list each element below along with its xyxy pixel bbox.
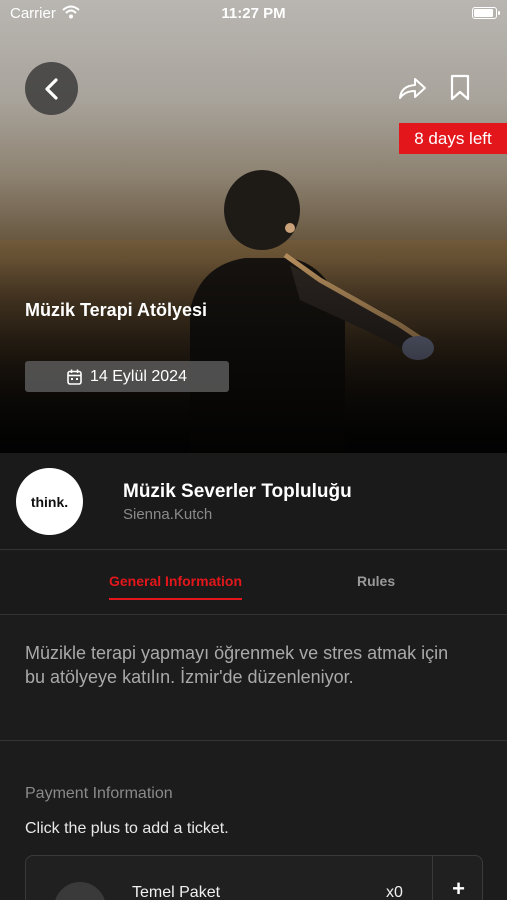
ticket-name: Temel Paket [132, 884, 221, 900]
ticket-row: Temel Paket x0 + [25, 855, 483, 900]
clock: 11:27 PM [221, 5, 286, 22]
event-date: 14 Eylül 2024 [90, 367, 187, 385]
calendar-icon [67, 369, 82, 385]
share-icon[interactable] [397, 74, 427, 102]
organizer-name: Müzik Severler Topluluğu [123, 481, 352, 502]
hero-shade [0, 260, 507, 453]
ticket-icon [54, 882, 106, 900]
status-bar: Carrier 11:27 PM [0, 0, 507, 28]
days-left-badge: 8 days left [399, 123, 507, 154]
payment-title: Payment Information [25, 785, 173, 802]
organizer-username: Sienna.Kutch [123, 506, 213, 523]
tab-bar: General Information Rules [0, 551, 507, 615]
event-hero-image: Carrier 11:27 PM 8 days left Müzik Terap… [0, 0, 507, 453]
organizer-section[interactable]: think. Müzik Severler Topluluğu Sienna.K… [0, 453, 507, 550]
divider [0, 740, 507, 741]
event-title: Müzik Terapi Atölyesi [25, 300, 208, 320]
battery-icon [472, 7, 500, 19]
back-button[interactable] [25, 62, 78, 115]
tab-general-information[interactable]: General Information [109, 573, 243, 600]
tab-rules[interactable]: Rules [357, 573, 395, 589]
bookmark-icon[interactable] [449, 74, 471, 102]
event-description: Müzikle terapi yapmayı öğrenmek ve stres… [25, 643, 449, 687]
organizer-logo: think. [16, 468, 83, 535]
back-icon [44, 77, 58, 100]
payment-hint: Click the plus to add a ticket. [25, 820, 229, 837]
event-date-chip: 14 Eylül 2024 [25, 361, 229, 392]
ticket-quantity: x0 [386, 884, 403, 900]
add-ticket-button[interactable]: + [432, 856, 482, 900]
